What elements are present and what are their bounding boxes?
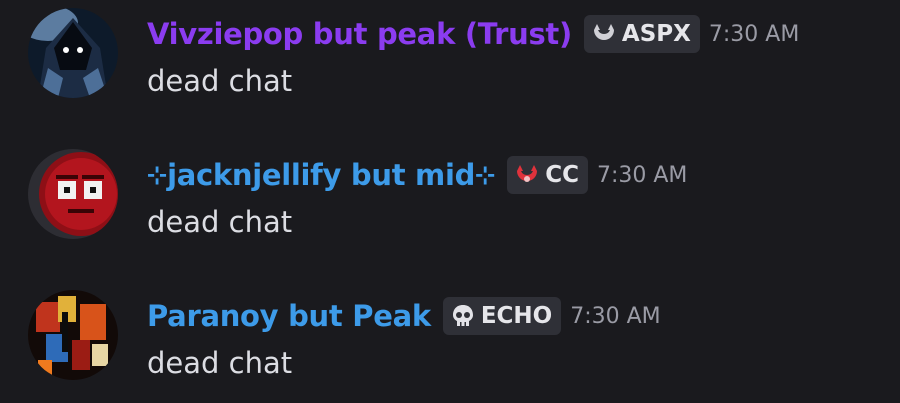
timestamp[interactable]: 7:30 AM — [570, 304, 660, 329]
author-name[interactable]: Paranoy but Peak — [147, 299, 431, 333]
avatar[interactable] — [28, 8, 118, 98]
message: Vivziepop but peak (Trust) ASPX 7:30 AM … — [0, 0, 900, 120]
message-text: dead chat — [147, 205, 293, 239]
tag-label: ECHO — [480, 303, 553, 329]
tag-label: CC — [545, 162, 579, 188]
tag-label: ASPX — [621, 21, 691, 47]
name-decoration: ⊹ — [147, 161, 168, 189]
gray-crescent-icon — [593, 24, 614, 40]
message-text: dead chat — [147, 346, 293, 380]
message-header: Vivziepop but peak (Trust) ASPX 7:30 AM — [147, 15, 799, 53]
message-header: Paranoy but Peak ECHO 7:30 AM — [147, 297, 661, 335]
server-tag[interactable]: ECHO — [442, 297, 562, 335]
avatar[interactable] — [28, 290, 118, 380]
timestamp[interactable]: 7:30 AM — [597, 163, 687, 188]
avatar-collage-image — [28, 290, 118, 380]
avatar[interactable] — [28, 149, 118, 239]
message: ⊹ jacknjellify but mid ⊹ CC 7:30 AM dead… — [0, 141, 900, 261]
server-tag[interactable]: ASPX — [583, 15, 700, 53]
avatar-hooded-figure-image — [28, 8, 118, 98]
red-crescent-icon — [517, 165, 538, 182]
message-text: dead chat — [147, 64, 293, 98]
server-tag[interactable]: CC — [507, 156, 588, 194]
message: Paranoy but Peak ECHO 7:30 AM dead chat — [0, 282, 900, 402]
skull-icon — [452, 305, 473, 326]
name-decoration: ⊹ — [475, 161, 496, 189]
author-name[interactable]: jacknjellify but mid — [167, 158, 475, 192]
author-name[interactable]: Vivziepop but peak (Trust) — [147, 17, 572, 51]
timestamp[interactable]: 7:30 AM — [709, 22, 799, 47]
avatar-red-face-image — [28, 149, 118, 239]
message-header: ⊹ jacknjellify but mid ⊹ CC 7:30 AM — [147, 156, 687, 194]
